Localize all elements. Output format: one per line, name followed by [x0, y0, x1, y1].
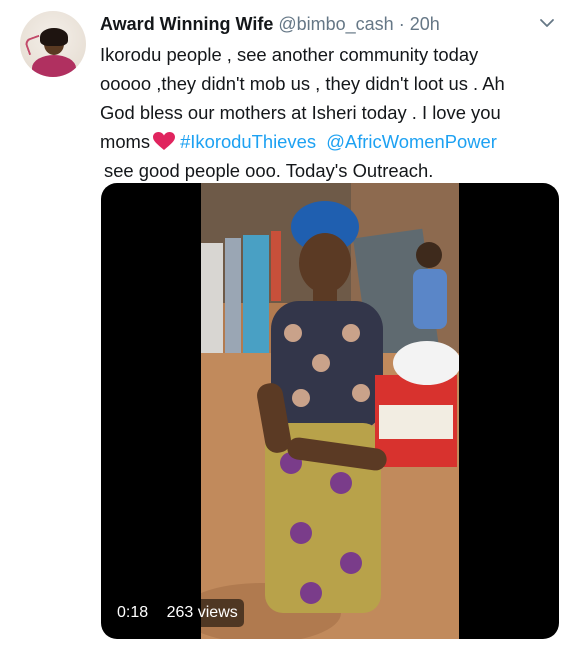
tweet-text-line: Ikorodu people , see another community t… [100, 44, 479, 65]
mention-link[interactable]: @AfricWomenPower [326, 131, 497, 152]
timestamp[interactable]: 20h [410, 14, 440, 34]
tweet-text-word: moms [100, 131, 151, 152]
video-frame [201, 183, 459, 639]
tweet-text: Ikorodu people , see another community t… [100, 40, 560, 185]
video-still-image [201, 183, 459, 639]
video-duration: 0:18 [117, 604, 149, 621]
tweet-text-line: ooooo ,they didn't mob us , they didn't … [100, 73, 505, 94]
heart-icon [153, 132, 176, 150]
views-count: 263 [166, 604, 194, 621]
separator-dot: · [398, 14, 405, 34]
views-label: views [197, 604, 238, 621]
video-stats-badge: 0:18 263 views [111, 599, 244, 627]
tweet-text-line: see good people ooo. Today's Outreach. [104, 160, 434, 181]
video-player[interactable]: 0:18 263 views [101, 183, 559, 639]
tweet-text-line-4: moms #IkoroduThieves @AfricWomenPower [100, 127, 560, 156]
avatar[interactable] [20, 11, 86, 77]
display-name[interactable]: Award Winning Wife [100, 14, 273, 34]
hashtag-link[interactable]: #IkoroduThieves [180, 131, 316, 152]
avatar-dress [32, 55, 76, 77]
avatar-hair [40, 28, 68, 46]
user-handle[interactable]: @bimbo_cash [278, 14, 393, 34]
chevron-down-icon[interactable] [538, 14, 556, 32]
tweet-header: Award Winning Wife @bimbo_cash · 20h [100, 12, 440, 36]
tweet-text-line: God bless our mothers at Isheri today . … [100, 102, 501, 123]
